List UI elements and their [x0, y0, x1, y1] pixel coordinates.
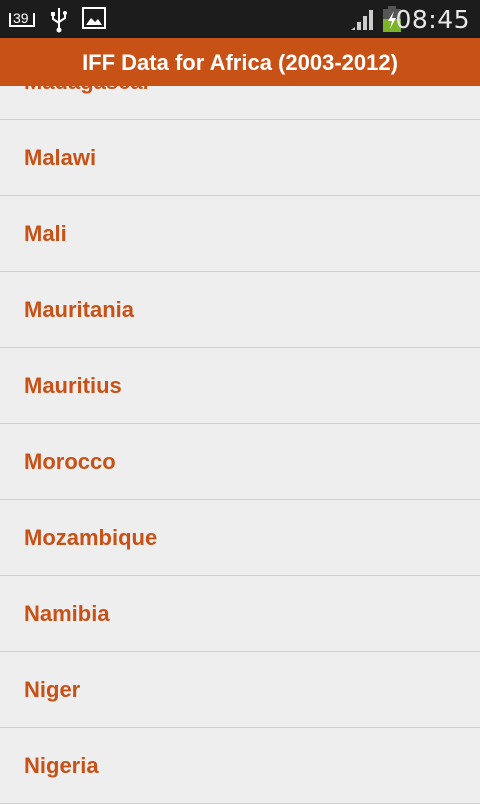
list-item-label: Mauritania: [24, 296, 135, 322]
list-item-label: Nigeria: [24, 752, 99, 778]
app-bar: IFF Data for Africa (2003-2012): [0, 38, 480, 86]
list-item-label: Niger: [24, 676, 81, 702]
usb-icon: [50, 7, 68, 38]
list-item-namibia[interactable]: Namibia: [0, 576, 480, 652]
list-item-label: Morocco: [24, 448, 116, 474]
list-item-nigeria[interactable]: Nigeria: [0, 728, 480, 804]
list-item-label: Malawi: [24, 144, 97, 170]
list-item-mauritius[interactable]: Mauritius: [0, 348, 480, 424]
country-list[interactable]: Madagascar Malawi Mali Mauritania Maurit…: [0, 44, 480, 804]
list-item-niger[interactable]: Niger: [0, 652, 480, 728]
list-item-morocco[interactable]: Morocco: [0, 424, 480, 500]
list-item-mali[interactable]: Mali: [0, 196, 480, 272]
notification-badge-icon: 39: [8, 9, 36, 34]
list-item-label: Namibia: [24, 600, 110, 626]
list-item-label: Mozambique: [24, 524, 158, 550]
list-item-malawi[interactable]: Malawi: [0, 120, 480, 196]
list-item-mauritania[interactable]: Mauritania: [0, 272, 480, 348]
list-item-label: Mali: [24, 220, 67, 246]
clock: 08:45: [395, 5, 470, 34]
image-icon: [82, 7, 106, 34]
app-title: IFF Data for Africa (2003-2012): [82, 50, 398, 75]
list-item-label: Mauritius: [24, 372, 122, 398]
svg-text:39: 39: [13, 10, 29, 26]
list-item-mozambique[interactable]: Mozambique: [0, 500, 480, 576]
status-bar: 39 08:45: [0, 0, 480, 38]
signal-icon: [350, 7, 376, 36]
